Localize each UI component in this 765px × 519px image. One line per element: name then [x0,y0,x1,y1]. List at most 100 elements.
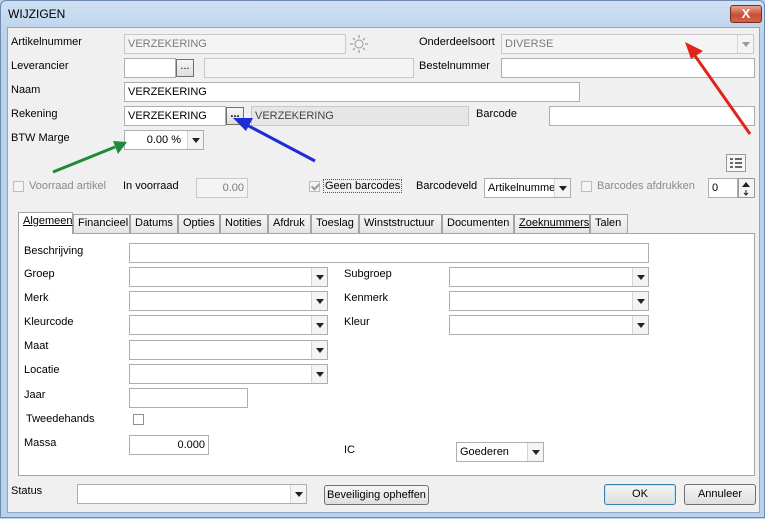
window-title: WIJZIGEN [8,7,66,21]
chevron-down-icon [632,292,648,310]
btw-marge-value: 0.00 % [146,134,181,146]
tab-zoeknummers[interactable]: Zoeknummers [514,214,590,233]
tab-label: Algemeen [23,215,73,227]
leverancier-field[interactable] [124,58,176,78]
sun-icon[interactable] [350,34,368,54]
artikelnummer-field[interactable]: VERZEKERING [124,34,346,54]
barcodeveld-value: Artikelnummer [488,182,559,194]
chevron-down-icon [311,316,327,334]
bestelnummer-field[interactable] [501,58,755,78]
tab-label: Winststructuur [364,217,435,229]
leverancier-browse-button[interactable]: ... [176,59,194,77]
tab-label: Financieel [78,217,129,229]
ic-value: Goederen [460,446,509,458]
artikelnummer-label: Artikelnummer [11,36,82,48]
status-label: Status [11,485,43,497]
barcodes-afdrukken-label: Barcodes afdrukken [597,180,695,192]
voorraad-artikel-label: Voorraad artikel [29,180,107,192]
barcodes-count-field[interactable]: 0 [708,178,738,198]
tab-panel-algemeen: Beschrijving Groep Subgroep Merk Kenmerk… [18,233,755,476]
btw-marge-dropdown[interactable]: 0.00 % [124,130,204,150]
chevron-down-icon [311,365,327,383]
rekening-name-field: VERZEKERING [251,106,469,126]
tab-opties[interactable]: Opties [178,214,220,233]
barcodeveld-label: Barcodeveld [416,180,478,192]
in-voorraad-label: In voorraad [123,180,179,192]
chevron-down-icon [311,292,327,310]
tab-talen[interactable]: Talen [590,214,628,233]
tab-documenten[interactable]: Documenten [442,214,514,233]
beschrijving-field[interactable] [129,243,649,263]
rekening-browse-button[interactable]: ... [226,107,244,125]
chevron-down-icon [632,316,648,334]
dialog-window: WIJZIGEN X Artikelnummer VERZEKERING Ond… [0,0,765,518]
close-button[interactable]: X [730,5,762,23]
ok-button[interactable]: OK [604,484,676,505]
tab-winststructuur[interactable]: Winststructuur [359,214,442,233]
tab-label: Opties [183,217,215,229]
onderdeelsoort-value: DIVERSE [505,38,554,50]
geen-barcodes-label: Geen barcodes [323,179,403,193]
beveiliging-opheffen-button[interactable]: Beveiliging opheffen [324,485,429,505]
tab-label: Documenten [447,217,510,229]
ic-label: IC [344,444,355,456]
tweedehands-label: Tweedehands [26,413,95,425]
subgroep-dropdown[interactable] [449,267,649,287]
kleur-dropdown[interactable] [449,315,649,335]
annuleer-button[interactable]: Annuleer [684,484,756,505]
barcode-label: Barcode [476,108,517,120]
leverancier-name-field [204,58,414,78]
rekening-field[interactable]: VERZEKERING [124,106,226,126]
tab-datums[interactable]: Datums [130,214,178,233]
tab-toeslag[interactable]: Toeslag [311,214,359,233]
tab-afdruk[interactable]: Afdruk [268,214,311,233]
maat-dropdown[interactable] [129,340,328,360]
subgroep-label: Subgroep [344,268,392,280]
kenmerk-label: Kenmerk [344,292,389,304]
tab-algemeen[interactable]: Algemeen [18,212,73,234]
geen-barcodes-checkbox[interactable] [309,181,320,192]
onderdeelsoort-dropdown[interactable]: DIVERSE [501,34,754,54]
chevron-down-icon [737,35,753,53]
barcodeveld-dropdown[interactable]: Artikelnummer [484,178,571,198]
btw-marge-label: BTW Marge [11,132,70,144]
chevron-down-icon [554,179,570,197]
merk-label: Merk [24,292,49,304]
naam-field[interactable]: VERZEKERING [124,82,580,102]
status-dropdown[interactable] [77,484,307,504]
chevron-down-icon [311,268,327,286]
chevron-down-icon [527,443,543,461]
title-bar: WIJZIGEN X [1,1,764,27]
locatie-dropdown[interactable] [129,364,328,384]
chevron-down-icon [311,341,327,359]
massa-field[interactable]: 0.000 [129,435,209,455]
tab-label: Zoeknummers [519,217,590,229]
groep-label: Groep [24,268,55,280]
barcode-settings-icon[interactable] [726,154,746,172]
spin-updown-icon[interactable] [738,178,755,198]
jaar-label: Jaar [24,389,46,401]
chevron-down-icon [187,131,203,149]
rekening-label: Rekening [11,108,58,120]
barcodes-afdrukken-checkbox[interactable] [581,181,592,192]
locatie-label: Locatie [24,364,60,376]
groep-dropdown[interactable] [129,267,328,287]
in-voorraad-field: 0.00 [196,178,248,198]
chevron-down-icon [632,268,648,286]
jaar-field[interactable] [129,388,248,408]
kleurcode-dropdown[interactable] [129,315,328,335]
kenmerk-dropdown[interactable] [449,291,649,311]
tweedehands-checkbox[interactable] [133,414,144,425]
tab-financieel[interactable]: Financieel [73,214,130,233]
tab-label: Afdruk [273,217,305,229]
naam-label: Naam [11,84,41,96]
maat-label: Maat [24,340,49,352]
tab-label: Notities [225,217,262,229]
tab-notities[interactable]: Notities [220,214,268,233]
kleurcode-label: Kleurcode [24,316,74,328]
ic-dropdown[interactable]: Goederen [456,442,544,462]
bestelnummer-label: Bestelnummer [419,60,490,72]
voorraad-artikel-checkbox[interactable] [13,181,24,192]
merk-dropdown[interactable] [129,291,328,311]
barcode-field[interactable] [549,106,755,126]
